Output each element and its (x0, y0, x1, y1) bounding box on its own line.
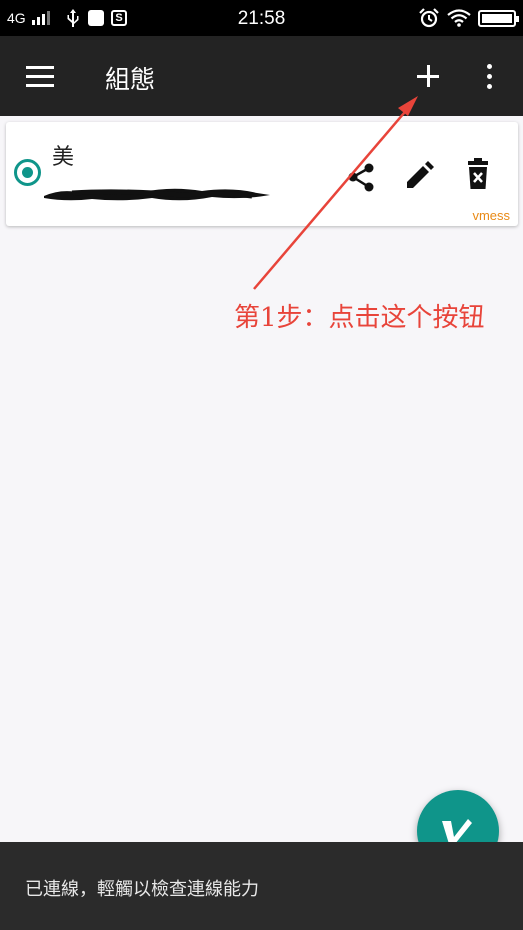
app-bar: 組態 (0, 36, 523, 116)
more-vert-icon[interactable] (475, 60, 505, 92)
menu-icon[interactable] (20, 58, 60, 94)
server-name: 美 (52, 145, 75, 170)
share-icon[interactable] (344, 160, 378, 194)
battery-icon (478, 10, 519, 27)
annotation-text: 第1步：点击这个按钮 (234, 303, 485, 333)
alarm-icon (419, 8, 439, 28)
wifi-icon (447, 9, 471, 27)
delete-icon[interactable] (463, 158, 493, 192)
radio-selected-icon[interactable] (14, 159, 41, 186)
connection-status-text: 已連線，輕觸以檢查連線能力 (25, 879, 259, 900)
clock: 21:58 (237, 8, 286, 29)
add-icon[interactable] (408, 56, 448, 96)
status-bar: 4G S 21:58 (0, 0, 523, 36)
protocol-label: vmess (472, 208, 510, 223)
connection-status-bar[interactable]: 已連線，輕觸以檢查連線能力 (0, 842, 523, 930)
server-card[interactable]: 美 vmess (6, 122, 518, 226)
page-title: 組態 (105, 65, 156, 94)
edit-icon[interactable] (403, 158, 437, 192)
server-address-redacted (44, 188, 270, 201)
